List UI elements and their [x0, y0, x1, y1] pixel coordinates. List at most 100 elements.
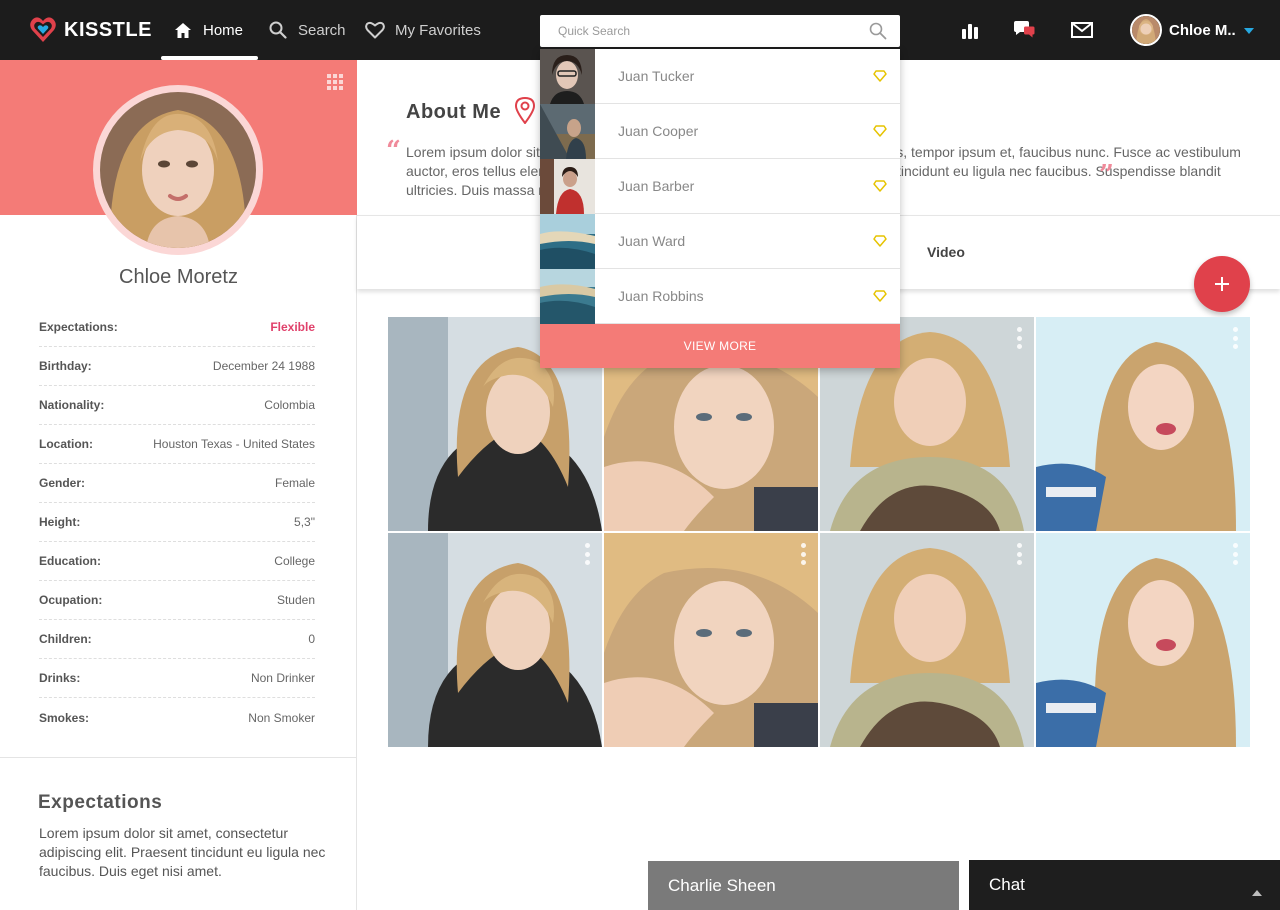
- nav-search-label: Search: [298, 21, 346, 39]
- nav-my-favorites[interactable]: My Favorites: [365, 0, 481, 60]
- nav-my-favorites-label: My Favorites: [395, 21, 481, 39]
- detail-label: Birthday:: [39, 359, 92, 373]
- nav-search[interactable]: Search: [268, 0, 346, 60]
- grid-menu-icon[interactable]: [327, 74, 343, 95]
- detail-row-gender: Gender: Female: [39, 464, 315, 503]
- chat-bubbles-icon[interactable]: [1012, 18, 1036, 42]
- quick-search-input[interactable]: [540, 15, 862, 47]
- search-result-item[interactable]: Juan Ward: [540, 213, 900, 269]
- detail-value: Non Smoker: [248, 710, 315, 725]
- search-result-item[interactable]: Juan Cooper: [540, 103, 900, 159]
- quote-open-icon: “: [386, 136, 401, 166]
- brand-name: KISSTLE: [64, 18, 152, 41]
- detail-label: Gender:: [39, 476, 86, 490]
- gallery-photo[interactable]: [604, 533, 818, 747]
- chat-contact-name: Charlie Sheen: [668, 875, 776, 895]
- chat-title: Chat: [989, 875, 1025, 894]
- detail-label: Education:: [39, 554, 101, 568]
- detail-row-height: Height: 5,3": [39, 503, 315, 542]
- diamond-icon[interactable]: [860, 235, 900, 247]
- result-name: Juan Barber: [618, 178, 695, 194]
- quote-close-icon: ”: [1099, 160, 1114, 190]
- view-more-button[interactable]: VIEW MORE: [540, 324, 900, 368]
- detail-value: Non Drinker: [250, 671, 315, 685]
- detail-row-education: Education: College: [39, 542, 315, 581]
- nav-home-label: Home: [203, 21, 244, 39]
- avatar: [1130, 14, 1162, 46]
- stats-icon[interactable]: [958, 18, 982, 42]
- search-result-item[interactable]: Juan Tucker: [540, 48, 900, 104]
- detail-value: 5,3": [294, 515, 315, 529]
- detail-value: Houston Texas - United States: [153, 437, 315, 451]
- detail-label: Expectations:: [39, 320, 118, 334]
- heart-logo-icon: [30, 16, 56, 44]
- quick-search-results: Juan Tucker Juan Cooper Juan Barber Juan…: [540, 48, 900, 368]
- search-result-item[interactable]: Juan Robbins: [540, 268, 900, 324]
- more-options-icon[interactable]: [1230, 327, 1240, 349]
- profile-photo-frame: [93, 85, 263, 255]
- diamond-icon[interactable]: [860, 125, 900, 137]
- chat-window-tab[interactable]: Charlie Sheen: [648, 861, 959, 910]
- user-name: Chloe M..: [1169, 21, 1236, 39]
- detail-label: Children:: [39, 632, 92, 646]
- detail-label: Height:: [39, 515, 81, 529]
- detail-label: Drinks:: [39, 671, 81, 685]
- detail-row-nationality: Nationality: Colombia: [39, 386, 315, 425]
- search-result-item[interactable]: Juan Barber: [540, 158, 900, 214]
- detail-label: Location:: [39, 437, 93, 451]
- expectations-text: Lorem ipsum dolor sit amet, consectetur …: [39, 825, 326, 879]
- diamond-icon[interactable]: [860, 70, 900, 82]
- result-thumbnail: [540, 213, 595, 269]
- detail-row-birthday: Birthday: December 24 1988: [39, 347, 315, 386]
- detail-value: Studen: [276, 593, 315, 607]
- user-menu[interactable]: Chloe M..: [1130, 13, 1254, 47]
- search-icon[interactable]: [862, 15, 894, 47]
- result-name: Juan Tucker: [618, 68, 695, 84]
- mail-icon[interactable]: [1070, 18, 1094, 42]
- gallery-photo[interactable]: [388, 533, 602, 747]
- detail-row-drinks: Drinks: Non Drinker: [39, 659, 315, 698]
- detail-label: Nationality:: [39, 398, 105, 412]
- detail-value: 0: [308, 632, 315, 646]
- chat-panel-tab[interactable]: Chat: [969, 860, 1280, 910]
- result-thumbnail: [540, 268, 595, 324]
- profile-details: Expectations: Flexible Birthday: Decembe…: [39, 308, 315, 737]
- detail-row-location: Location: Houston Texas - United States: [39, 425, 315, 464]
- photo-gallery: [388, 317, 1250, 747]
- profile-name: Chloe Moretz: [119, 266, 238, 288]
- more-options-icon[interactable]: [1014, 327, 1024, 349]
- gallery-photo[interactable]: [1036, 317, 1250, 531]
- location-pin-icon: [514, 96, 536, 129]
- more-options-icon[interactable]: [1230, 543, 1240, 565]
- add-button[interactable]: [1194, 256, 1250, 312]
- plus-icon: [1215, 277, 1229, 291]
- divider: [0, 757, 357, 758]
- nav-home[interactable]: Home: [173, 0, 243, 60]
- detail-row-children: Children: 0: [39, 620, 315, 659]
- detail-value: Female: [274, 476, 315, 490]
- expectations-title: Expectations: [38, 792, 163, 813]
- more-options-icon[interactable]: [798, 543, 808, 565]
- detail-row-ocupation: Ocupation: Studen: [39, 581, 315, 620]
- result-thumbnail: [540, 48, 595, 104]
- result-thumbnail: [540, 158, 595, 214]
- diamond-icon[interactable]: [860, 180, 900, 192]
- gallery-photo[interactable]: [820, 533, 1034, 747]
- result-name: Juan Cooper: [618, 123, 699, 139]
- detail-value: College: [274, 554, 315, 568]
- more-options-icon[interactable]: [582, 543, 592, 565]
- profile-photo[interactable]: [100, 92, 256, 248]
- chevron-up-icon[interactable]: [1252, 881, 1262, 901]
- home-icon: [173, 20, 193, 40]
- heart-icon: [365, 20, 385, 40]
- search-icon: [268, 20, 288, 40]
- result-thumbnail: [540, 103, 595, 159]
- detail-row-smokes: Smokes: Non Smoker: [39, 698, 315, 737]
- brand-logo[interactable]: KISSTLE: [30, 14, 152, 46]
- more-options-icon[interactable]: [1014, 543, 1024, 565]
- gallery-photo[interactable]: [1036, 533, 1250, 747]
- detail-label: Smokes:: [39, 710, 90, 725]
- diamond-icon[interactable]: [860, 290, 900, 302]
- detail-value: December 24 1988: [212, 359, 315, 373]
- tab-video[interactable]: Video: [927, 216, 965, 288]
